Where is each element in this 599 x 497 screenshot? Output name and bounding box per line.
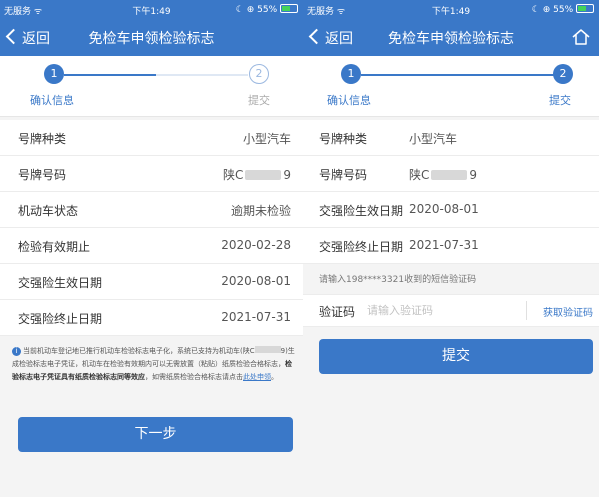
row-label: 交强险终止日期 — [18, 312, 103, 326]
battery-status: ☾ ⊕ 55% — [236, 4, 298, 15]
vehicle-info-list: 号牌种类 小型汽车 号牌号码 陕C 9 机动车状态 逾期未检验 检验有效期止 20… — [0, 120, 303, 336]
app-comparison: 无服务 ᯤ 下午1:49 ☾ ⊕ 55% 返回 免检车申领检验标志 1 2 确认… — [0, 0, 599, 497]
row-label: 号牌种类 — [319, 132, 368, 146]
row-value: 陕C 9 — [223, 166, 291, 183]
plate-prefix: 陕C — [409, 168, 430, 182]
verification-code-input[interactable] — [367, 300, 507, 320]
row-label: 机动车状态 — [18, 204, 79, 218]
row-value: 逾期未检验 — [230, 204, 291, 218]
step-1-circle: 1 — [341, 64, 361, 84]
status-bar: 无服务 ᯤ 下午1:49 ☾ ⊕ 55% — [0, 0, 303, 19]
masked-plate — [245, 170, 282, 180]
step-1-label: 确认信息 — [327, 94, 371, 107]
step-line-done — [361, 74, 555, 76]
row-value: 小型汽车 — [242, 132, 291, 146]
row-label: 号牌号码 — [319, 168, 368, 182]
row-value: 2020-08-01 — [409, 202, 479, 216]
row-plate-type: 号牌种类 小型汽车 — [0, 120, 303, 156]
row-label: 号牌种类 — [18, 132, 67, 146]
divider — [526, 301, 527, 320]
plate-prefix: 陕C — [222, 168, 244, 182]
vehicle-info-list: 号牌种类 小型汽车 号牌号码 陕C 9 交强险生效日期 2020-08-01 交强… — [303, 120, 599, 264]
verification-code-row: 验证码 获取验证码 — [303, 294, 599, 327]
row-value: 2021-07-31 — [409, 238, 479, 252]
battery-icon — [280, 4, 298, 13]
info-icon: i — [12, 347, 21, 356]
battery-icon — [576, 4, 594, 13]
progress-stepper: 1 2 确认信息 提交 — [303, 56, 599, 117]
row-value: 2020-08-01 — [221, 274, 291, 288]
page-title: 免检车申领检验标志 — [88, 31, 215, 47]
battery-text: ☾ ⊕ 55% — [531, 5, 574, 15]
submit-screen: 无服务 ᯤ 下午1:49 ☾ ⊕ 55% 返回 免检车申领检验标志 1 2 确认… — [303, 0, 599, 497]
row-value: 2021-07-31 — [221, 310, 291, 324]
row-inspection-expiry: 检验有效期止 2020-02-28 — [0, 228, 303, 264]
row-label: 交强险生效日期 — [18, 276, 103, 290]
row-insurance-start: 交强险生效日期 2020-08-01 — [0, 264, 303, 300]
notice-text-1: 当前机动车登记地已推行机动车检验标志电子化，系统已支持为机动车(陕C — [23, 347, 255, 355]
row-label: 号牌号码 — [18, 168, 67, 182]
get-code-button[interactable]: 获取验证码 — [543, 304, 593, 319]
masked-plate — [254, 346, 281, 353]
battery-status: ☾ ⊕ 55% — [532, 4, 594, 15]
progress-stepper: 1 2 确认信息 提交 — [0, 56, 303, 117]
nav-bar: 返回 免检车申领检验标志 — [0, 19, 303, 56]
status-bar: 无服务 ᯤ 下午1:49 ☾ ⊕ 55% — [303, 0, 599, 19]
row-label: 检验有效期止 — [18, 240, 91, 254]
step-1-circle: 1 — [44, 64, 64, 84]
row-value: 2020-02-28 — [221, 238, 291, 252]
nav-bar: 返回 免检车申领检验标志 — [303, 19, 599, 56]
step-line-pending — [156, 74, 248, 76]
step-2-circle: 2 — [553, 64, 573, 84]
notice-end: 。 — [271, 373, 278, 381]
row-label: 交强险生效日期 — [319, 204, 404, 218]
sms-hint: 请输入198****3321收到的短信验证码 — [319, 275, 477, 285]
row-value: 陕C 9 — [409, 166, 477, 183]
home-icon[interactable] — [571, 27, 591, 47]
masked-plate — [431, 170, 468, 180]
e-certificate-notice: i 当前机动车登记地已推行机动车检验标志电子化，系统已支持为机动车(陕C 9)生成检… — [12, 345, 295, 384]
plate-suffix: 9 — [283, 168, 291, 182]
apply-here-link[interactable]: 此处申领 — [243, 373, 271, 381]
row-plate-number: 号牌号码 陕C 9 — [303, 156, 599, 192]
row-plate-number: 号牌号码 陕C 9 — [0, 156, 303, 192]
next-step-button[interactable]: 下一步 — [18, 417, 293, 452]
row-plate-type: 号牌种类 小型汽车 — [303, 120, 599, 156]
row-vehicle-status: 机动车状态 逾期未检验 — [0, 192, 303, 228]
row-insurance-start: 交强险生效日期 2020-08-01 — [303, 192, 599, 228]
code-label: 验证码 — [319, 305, 356, 319]
step-2-label: 提交 — [549, 94, 571, 107]
page-title: 免检车申领检验标志 — [388, 31, 514, 47]
step-2-label: 提交 — [248, 94, 270, 107]
step-1-label: 确认信息 — [30, 94, 74, 107]
row-value: 小型汽车 — [409, 132, 458, 146]
battery-text: ☾ ⊕ 55% — [235, 5, 278, 15]
step-2-circle: 2 — [249, 64, 269, 84]
row-label: 交强险终止日期 — [319, 240, 404, 254]
notice-text-3: ，如需纸质检验合格标志请点击 — [145, 373, 243, 381]
submit-button[interactable]: 提交 — [319, 339, 593, 374]
plate-suffix: 9 — [469, 168, 478, 182]
row-insurance-end: 交强险终止日期 2021-07-31 — [0, 300, 303, 336]
step-line-done — [64, 74, 156, 76]
row-insurance-end: 交强险终止日期 2021-07-31 — [303, 228, 599, 264]
confirm-screen: 无服务 ᯤ 下午1:49 ☾ ⊕ 55% 返回 免检车申领检验标志 1 2 确认… — [0, 0, 303, 497]
